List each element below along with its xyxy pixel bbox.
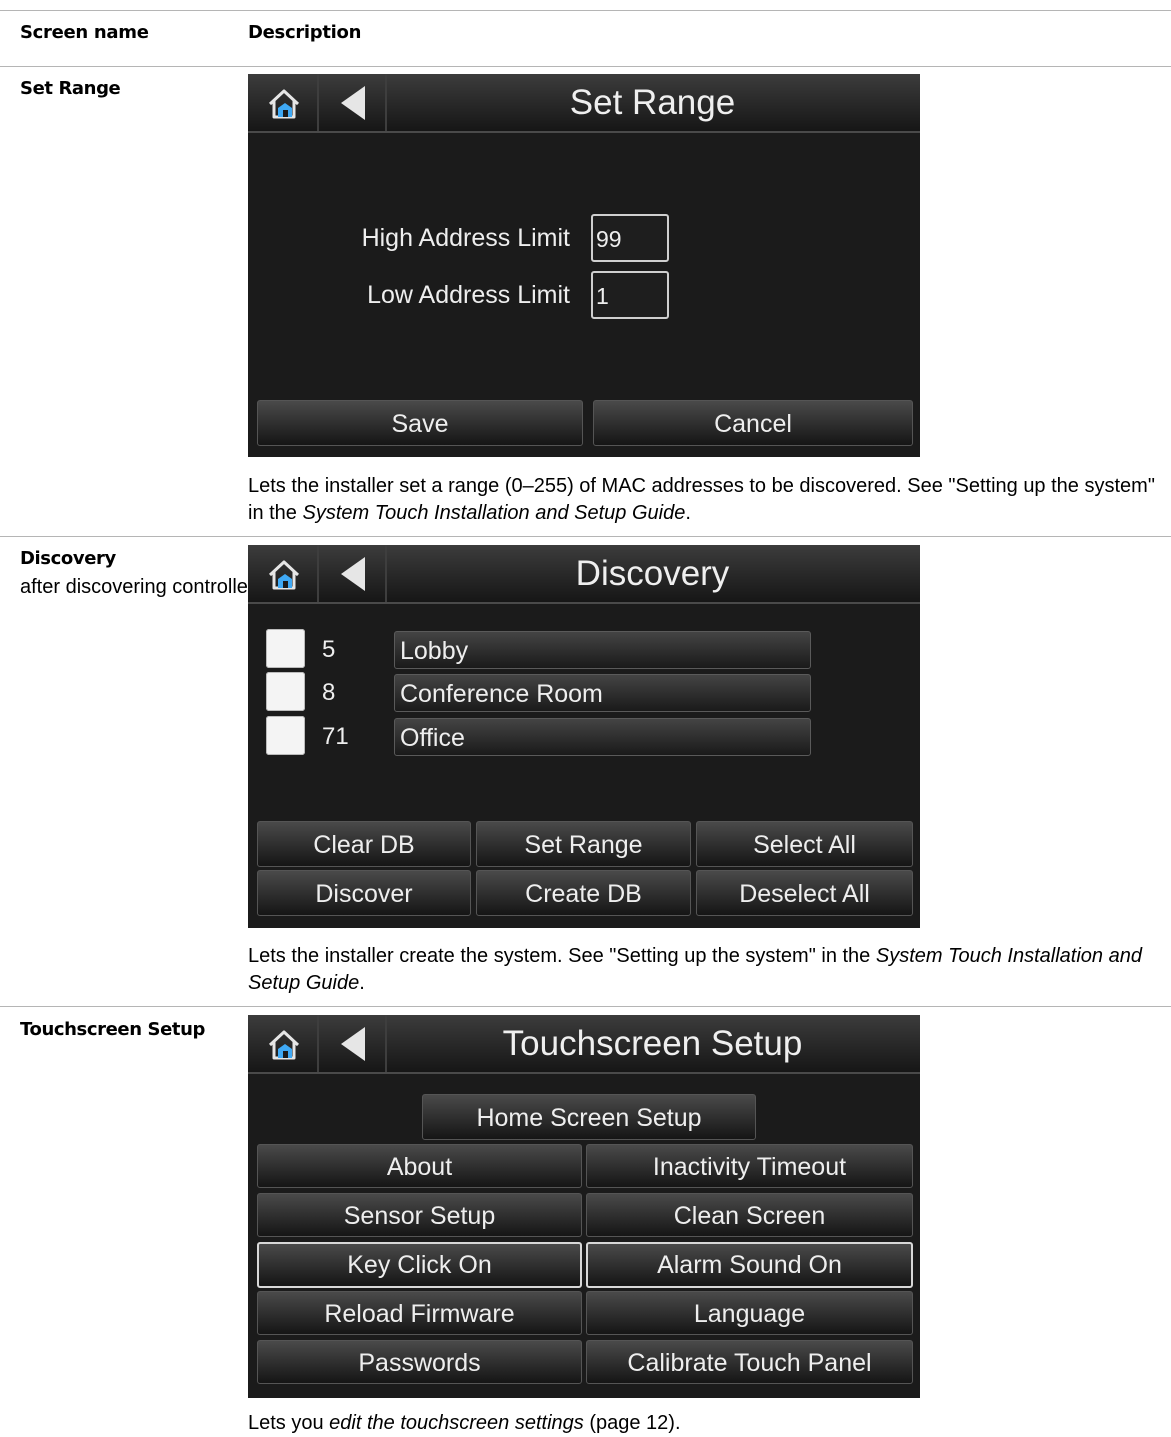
screen-title: Set Range: [569, 83, 736, 122]
controller-address: 8: [322, 679, 336, 706]
title-bar: Touchscreen Setup: [248, 1015, 920, 1074]
controller-address: 71: [322, 723, 349, 750]
about-button[interactable]: About: [257, 1144, 582, 1188]
save-button[interactable]: Save: [257, 400, 583, 446]
low-address-input[interactable]: 1: [591, 271, 669, 319]
title-bar: Discovery: [248, 545, 920, 604]
select-all-button[interactable]: Select All: [696, 821, 913, 867]
screen-title: Discovery: [575, 554, 730, 593]
discovery-description: Lets the installer create the system. Se…: [248, 945, 1142, 994]
low-address-label: Low Address Limit: [367, 281, 570, 309]
discovery-screenshot: Discovery 5 Lobby 8 Conference Room 71 O…: [248, 545, 920, 928]
controller-name-lobby[interactable]: Lobby: [394, 631, 811, 669]
controller-address: 5: [322, 636, 336, 663]
home-icon[interactable]: [266, 1027, 302, 1063]
discover-button[interactable]: Discover: [257, 870, 471, 916]
passwords-button[interactable]: Passwords: [257, 1340, 582, 1384]
home-icon[interactable]: [266, 557, 302, 593]
header-rule: [0, 66, 1171, 67]
touchscreen-setup-screenshot: Touchscreen Setup Home Screen Setup Abou…: [248, 1015, 920, 1398]
back-arrow-icon[interactable]: [341, 1027, 365, 1061]
back-arrow-icon[interactable]: [341, 557, 365, 591]
clean-screen-button[interactable]: Clean Screen: [586, 1193, 913, 1237]
reload-firmware-button[interactable]: Reload Firmware: [257, 1291, 582, 1335]
high-address-input[interactable]: 99: [591, 214, 669, 262]
touchscreen-setup-description: Lets you edit the touchscreen settings (…: [248, 1412, 681, 1434]
column-header-description: Description: [248, 22, 362, 43]
alarm-sound-toggle[interactable]: Alarm Sound On: [586, 1242, 913, 1288]
column-header-screen-name: Screen name: [20, 22, 149, 43]
home-icon[interactable]: [266, 86, 302, 122]
table-top-rule: [0, 10, 1171, 11]
home-screen-setup-button[interactable]: Home Screen Setup: [422, 1094, 756, 1140]
title-bar: Set Range: [248, 74, 920, 133]
create-db-button[interactable]: Create DB: [476, 870, 691, 916]
back-arrow-icon[interactable]: [341, 86, 365, 120]
screen-name-touchscreen-setup: Touchscreen Setup: [20, 1019, 205, 1040]
row-rule: [0, 1006, 1171, 1007]
screen-name-discovery: Discovery after discovering controllers: [20, 548, 265, 598]
controller-checkbox[interactable]: [266, 629, 305, 668]
sensor-setup-button[interactable]: Sensor Setup: [257, 1193, 582, 1237]
controller-name-office[interactable]: Office: [394, 718, 811, 756]
set-range-button[interactable]: Set Range: [476, 821, 691, 867]
deselect-all-button[interactable]: Deselect All: [696, 870, 913, 916]
controller-name-conference-room[interactable]: Conference Room: [394, 674, 811, 712]
controller-checkbox[interactable]: [266, 716, 305, 755]
clear-db-button[interactable]: Clear DB: [257, 821, 471, 867]
controller-checkbox[interactable]: [266, 672, 305, 711]
cancel-button[interactable]: Cancel: [593, 400, 913, 446]
key-click-toggle[interactable]: Key Click On: [257, 1242, 582, 1288]
screen-title: Touchscreen Setup: [502, 1024, 803, 1063]
high-address-label: High Address Limit: [361, 224, 570, 252]
set-range-description: Lets the installer set a range (0–255) o…: [248, 475, 1155, 524]
calibrate-touch-panel-button[interactable]: Calibrate Touch Panel: [586, 1340, 913, 1384]
inactivity-timeout-button[interactable]: Inactivity Timeout: [586, 1144, 913, 1188]
language-button[interactable]: Language: [586, 1291, 913, 1335]
set-range-screenshot: Set Range High Address Limit 99 Low Addr…: [248, 74, 920, 457]
screen-name-set-range: Set Range: [20, 78, 121, 99]
row-rule: [0, 536, 1171, 537]
